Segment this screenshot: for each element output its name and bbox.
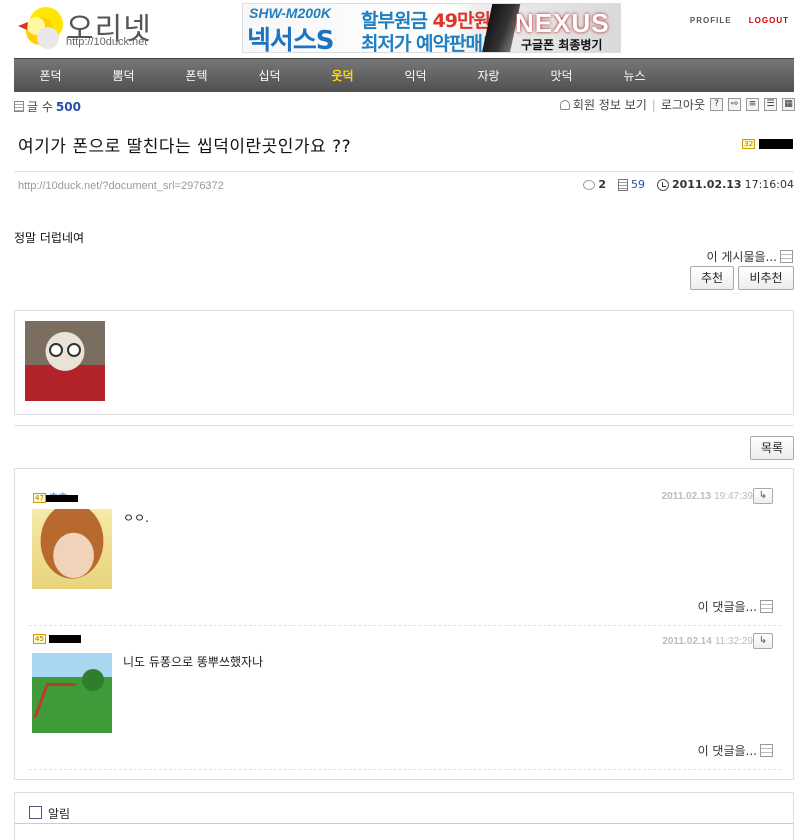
recommend-button[interactable]: 추천 xyxy=(690,266,734,290)
read-count: 59 xyxy=(631,178,645,191)
banner-tagline: 구글폰 최종병기 xyxy=(521,38,603,52)
comment-text: ㅇㅇ. xyxy=(123,511,149,525)
not-recommend-button[interactable]: 비추천 xyxy=(738,266,794,290)
ad-banner[interactable]: SHW-M200K 넥서스S 할부원금 49만원 최저가 예약판매! NEXUS… xyxy=(242,3,621,53)
board-utilities: 회원 정보 보기 | 로그아웃 ? ⇨ ≡ ☰ ▦ xyxy=(559,96,795,113)
divider: | xyxy=(651,97,656,112)
gallery-view-icon[interactable]: ▦ xyxy=(782,98,795,111)
site-logo[interactable]: 오리넷 http://10duck.net xyxy=(12,4,162,52)
reply-button[interactable]: ↳ xyxy=(753,488,773,504)
signature-image-eye xyxy=(67,343,81,357)
post-permalink[interactable]: http://10duck.net/?document_srl=2976372 xyxy=(18,180,224,192)
profile-link[interactable]: PROFILE xyxy=(690,16,732,25)
document-icon xyxy=(14,101,24,112)
signature-image-eye xyxy=(49,343,63,357)
post-share[interactable]: 이 게시물을... xyxy=(707,248,793,265)
board-logout-link[interactable]: 로그아웃 xyxy=(661,96,705,113)
comment-date: 2011.02.13 19:47:39 xyxy=(662,491,753,502)
nav-item-news[interactable]: 뉴스 xyxy=(598,59,671,92)
level-icon: 32 xyxy=(742,138,756,149)
nav-item-phontek[interactable]: 폰텍 xyxy=(160,59,233,92)
post-time: 17:16:04 xyxy=(744,178,794,191)
comment-divider xyxy=(29,625,781,626)
webzine-view-icon[interactable]: ☰ xyxy=(764,98,777,111)
post-body: 정말 더럽네여 xyxy=(14,231,85,245)
comment-date: 2011.02.14 11:32:29 xyxy=(662,636,753,647)
share-icon xyxy=(760,744,773,757)
avatar-tree xyxy=(82,669,104,691)
comment-share-label: 이 댓글을... xyxy=(697,744,757,758)
duck-logo-icon xyxy=(18,7,63,49)
nav-item-jarang[interactable]: 자랑 xyxy=(452,59,525,92)
notice-label: 알림 xyxy=(48,807,71,821)
nav-item-phonduck[interactable]: 폰덕 xyxy=(14,59,87,92)
author-signature xyxy=(14,310,794,415)
comment-count: 2 xyxy=(598,178,606,191)
comment-author[interactable]: 47 흐흐 xyxy=(33,489,78,504)
banner-model: SHW-M200K xyxy=(249,5,331,21)
comment-text: 니도 듀퐁으로 똥뿌쓰했자나 xyxy=(123,655,264,669)
post-title: 여기가 폰으로 딸친다는 씹덕이란곳인가요 ?? xyxy=(18,137,352,157)
clock-icon xyxy=(657,178,669,191)
comment-date-day: 2011.02.13 xyxy=(661,491,712,502)
list-button[interactable]: 목록 xyxy=(750,436,794,460)
share-icon xyxy=(760,600,773,613)
share-icon xyxy=(780,250,793,263)
author-name-redacted xyxy=(45,494,78,502)
divider xyxy=(14,171,794,172)
comment-icon xyxy=(583,179,596,190)
notice-checkbox[interactable] xyxy=(29,806,42,819)
divider xyxy=(14,425,794,426)
post-count-label: 글 수 xyxy=(27,100,53,114)
author-name-redacted xyxy=(49,635,82,643)
post-date: 2011.02.13 xyxy=(672,178,742,191)
reply-button[interactable]: ↳ xyxy=(753,633,773,649)
comment-list: 47 흐흐 2011.02.1319:47:39 ↳ ㅇㅇ. 이 댓글을... … xyxy=(14,468,794,780)
comment-textarea[interactable] xyxy=(15,823,793,840)
comment-date-time: 11:32:29 xyxy=(714,636,753,647)
nav-item-matduck[interactable]: 맛덕 xyxy=(525,59,598,92)
list-view-icon[interactable]: ≡ xyxy=(746,98,759,111)
help-icon[interactable]: ? xyxy=(710,98,723,111)
banner-product: 넥서스S xyxy=(247,26,334,53)
nav-item-ikduck[interactable]: 익덕 xyxy=(379,59,452,92)
author-name-redacted xyxy=(759,138,793,149)
comment-share-label: 이 댓글을... xyxy=(697,600,757,614)
post-count-value: 500 xyxy=(55,100,81,114)
read-count-icon xyxy=(618,178,628,191)
main-nav: 폰덕 뽐덕 폰텍 십덕 웃덕 익덕 자랑 맛덕 뉴스 xyxy=(14,58,794,92)
comment-share[interactable]: 이 댓글을... xyxy=(698,742,773,759)
nav-item-utduck[interactable]: 웃덕 xyxy=(306,59,379,92)
post-share-label: 이 게시물을... xyxy=(706,250,777,264)
comment-author[interactable]: 45 xyxy=(33,634,82,645)
signature-image xyxy=(25,321,105,401)
nav-item-ppomduck[interactable]: 뽐덕 xyxy=(87,59,160,92)
member-info-link[interactable]: 회원 정보 보기 xyxy=(573,96,647,113)
comment-date-time: 19:47:39 xyxy=(714,491,753,502)
avatar-slide xyxy=(33,683,77,717)
comment-avatar xyxy=(32,653,112,733)
comment-form: 알림 xyxy=(14,792,794,840)
comment-avatar xyxy=(32,509,112,589)
post-author[interactable]: 32 xyxy=(742,136,793,150)
nav-item-sipduck[interactable]: 십덕 xyxy=(233,59,306,92)
level-icon: 47 xyxy=(33,493,46,503)
rss-icon[interactable]: ⇨ xyxy=(728,98,741,111)
banner-brand: NEXUS xyxy=(515,8,610,38)
banner-line2: 최저가 예약판매! xyxy=(361,33,491,53)
top-links: PROFILE LOGOUT xyxy=(676,16,789,25)
comment-date-day: 2011.02.14 xyxy=(662,636,712,647)
member-icon xyxy=(559,99,570,110)
comment-share[interactable]: 이 댓글을... xyxy=(698,598,773,615)
level-icon: 45 xyxy=(33,634,46,644)
comment-divider xyxy=(29,769,781,770)
post-meta: 2 59 2011.02.13 17:16:04 xyxy=(583,178,794,191)
site-url: http://10duck.net xyxy=(66,36,148,48)
post-count: 글 수 500 xyxy=(14,98,81,115)
logout-link[interactable]: LOGOUT xyxy=(749,16,789,25)
